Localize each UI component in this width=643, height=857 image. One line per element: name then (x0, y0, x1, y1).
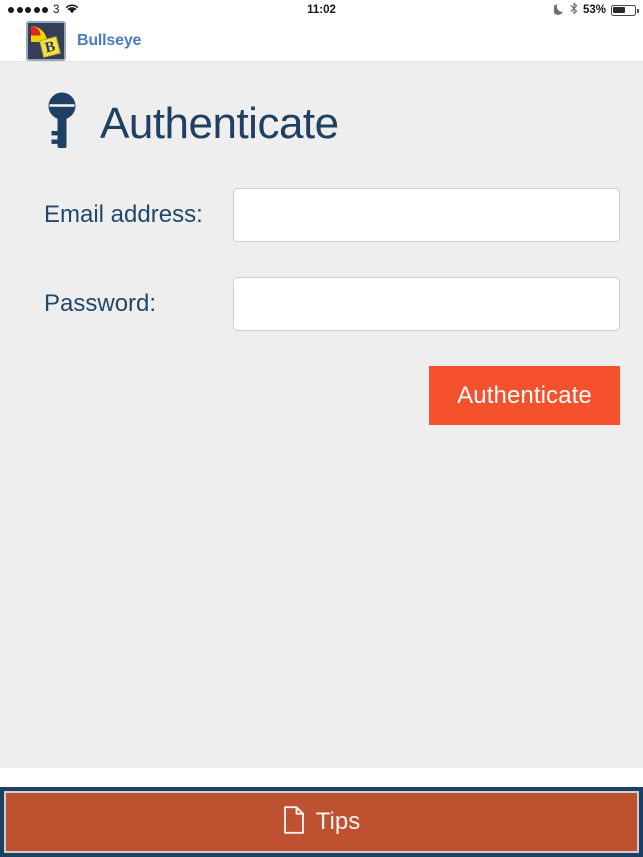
app-header: B Bullseye (0, 20, 643, 62)
tips-label: Tips (315, 808, 361, 835)
page-header: Authenticate (44, 90, 339, 157)
submit-row: Authenticate (44, 366, 620, 425)
status-bar: 3 11:02 53% (0, 0, 643, 20)
tips-button[interactable]: Tips (6, 793, 637, 851)
status-bar-clock: 11:02 (0, 0, 643, 20)
battery-icon (611, 4, 639, 16)
password-row: Password: (44, 277, 620, 331)
email-label: Email address: (44, 201, 203, 228)
brand-name: Bullseye (77, 32, 142, 49)
password-field[interactable] (233, 277, 620, 331)
status-bar-right: 53% (552, 0, 639, 20)
tips-bar: Tips (0, 787, 643, 857)
bullseye-logo-icon: B (26, 21, 66, 61)
email-row: Email address: (44, 188, 620, 242)
authenticate-button[interactable]: Authenticate (429, 366, 620, 425)
document-icon (283, 805, 305, 839)
main-content: Authenticate Email address: Password: Au… (0, 62, 643, 768)
bluetooth-icon (570, 2, 578, 18)
page-title: Authenticate (100, 98, 339, 148)
clock-time: 11:02 (307, 4, 336, 16)
password-label: Password: (44, 290, 157, 317)
brand[interactable]: B Bullseye (26, 21, 141, 61)
app-screen: 3 11:02 53% B Bullseye Authenticate Emai… (0, 0, 643, 857)
email-field[interactable] (233, 188, 620, 242)
tips-bar-inset: Tips (4, 791, 639, 853)
battery-percent-label: 53% (582, 4, 606, 16)
moon-icon (552, 3, 565, 18)
key-icon (44, 90, 80, 157)
